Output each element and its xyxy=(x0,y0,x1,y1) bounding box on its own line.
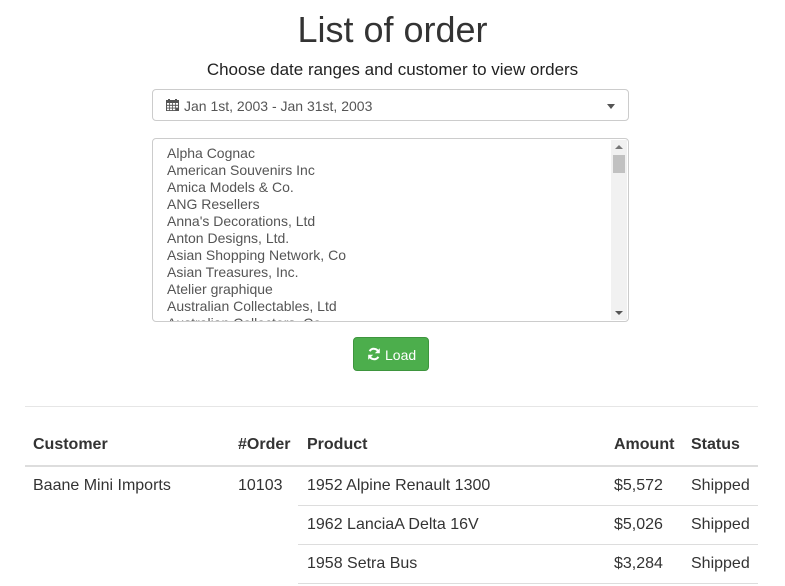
cell-status: Shipped xyxy=(691,477,750,494)
table-header-border xyxy=(25,465,758,467)
cell-product: 1962 LanciaA Delta 16V xyxy=(307,516,479,533)
header-customer: Customer xyxy=(33,436,108,453)
calendar-icon xyxy=(166,99,179,111)
cell-order-number: 10103 xyxy=(238,477,283,494)
header-order: #Order xyxy=(238,436,291,453)
customer-option[interactable]: Asian Treasures, Inc. xyxy=(167,264,608,281)
cell-product: 1952 Alpine Renault 1300 xyxy=(307,477,491,494)
row-divider xyxy=(298,583,758,584)
cell-amount: $5,026 xyxy=(614,516,663,533)
customer-option[interactable]: Asian Shopping Network, Co xyxy=(167,247,608,264)
cell-amount: $5,572 xyxy=(614,477,663,494)
page-subtitle: Choose date ranges and customer to view … xyxy=(206,60,579,79)
header-product: Product xyxy=(307,436,368,453)
header-amount: Amount xyxy=(614,436,675,453)
section-divider xyxy=(25,406,758,407)
scroll-thumb[interactable] xyxy=(613,155,625,173)
row-divider xyxy=(298,505,758,506)
header-status: Status xyxy=(691,436,740,453)
load-button-label: Load xyxy=(385,347,417,363)
row-divider xyxy=(298,544,758,545)
scrollbar[interactable] xyxy=(611,140,627,320)
refresh-icon xyxy=(368,347,380,361)
cell-status: Shipped xyxy=(691,516,750,533)
cell-product: 1958 Setra Bus xyxy=(307,555,418,572)
cell-customer: Baane Mini Imports xyxy=(33,477,171,494)
cell-status: Shipped xyxy=(691,555,750,572)
caret-down-icon xyxy=(607,104,615,109)
customer-option[interactable]: American Souvenirs Inc xyxy=(167,162,608,179)
customer-option[interactable]: Alpha Cognac xyxy=(167,145,608,162)
customer-select-list[interactable]: Alpha Cognac American Souvenirs Inc Amica … xyxy=(152,138,629,322)
customer-option[interactable]: Australian Collectables, Ltd xyxy=(167,298,608,315)
customer-option[interactable]: Anton Designs, Ltd. xyxy=(167,230,608,247)
customer-option[interactable]: Amica Models & Co. xyxy=(167,179,608,196)
customer-option[interactable]: Australian Collectors, Co. xyxy=(167,315,608,321)
date-range-value: Jan 1st, 2003 - Jan 31st, 2003 xyxy=(184,98,373,114)
customer-option[interactable]: Atelier graphique xyxy=(167,281,608,298)
customer-option[interactable]: ANG Resellers xyxy=(167,196,608,213)
scroll-down-arrow-icon[interactable] xyxy=(615,311,623,315)
date-range-picker[interactable]: Jan 1st, 2003 - Jan 31st, 2003 xyxy=(152,89,629,121)
scroll-up-arrow-icon[interactable] xyxy=(615,145,623,149)
customer-option[interactable]: Anna's Decorations, Ltd xyxy=(167,213,608,230)
cell-amount: $3,284 xyxy=(614,555,663,572)
page-title: List of order xyxy=(297,9,488,50)
load-button[interactable]: Load xyxy=(353,337,429,371)
